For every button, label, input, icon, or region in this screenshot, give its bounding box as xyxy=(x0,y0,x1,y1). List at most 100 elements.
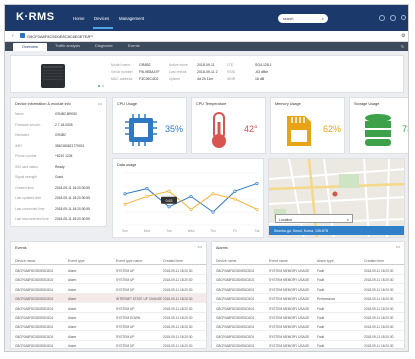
data-point[interactable] xyxy=(145,194,149,198)
table-row[interactable]: G8CF0A8F8C5D0E8C8C6 SYSTEM MEMORY USAGE Fa… xyxy=(212,332,404,341)
map-card: Location ⌕ Seocho-gu, Seoul, Korea, 135-8… xyxy=(268,158,405,238)
column-header[interactable]: Event name xyxy=(269,259,288,263)
column-header[interactable]: Created time xyxy=(364,259,384,263)
table-cell: SYSTEM MEMORY USAGE xyxy=(269,325,310,330)
table-cell: Fault xyxy=(317,325,325,330)
nav-devices[interactable]: Devices xyxy=(94,16,109,21)
nav-home[interactable]: Home xyxy=(73,16,84,21)
table-cell: G8CF0A8F8C5D0E8C8C6 xyxy=(216,325,255,330)
table-row[interactable]: G8CF0A8F8C5D0E8C8C6 SYSTEM MEMORY USAGE Fa… xyxy=(212,322,404,332)
table-row[interactable]: G8CF0A8F8C5D0E8C8C6 Alarm SYSTEM UP 2018-09… xyxy=(11,275,206,285)
data-point[interactable] xyxy=(211,192,215,196)
table-cell: Fault xyxy=(317,344,325,349)
breadcrumb: ‹ G8CF0A8F8C5D0E8C8C6E0E7EA ••• ⚙ xyxy=(5,31,408,42)
table-cell: G8CF0A8F8C5D0E8C8C6 xyxy=(216,297,255,302)
detail-value: Good xyxy=(55,175,64,179)
more-icon[interactable]: ••• xyxy=(396,244,400,249)
more-icon[interactable]: ••• xyxy=(89,33,93,38)
search-input[interactable]: search ⌕ xyxy=(278,14,328,23)
table-cell: G8CF0A8F8C5D0E8C8C6 xyxy=(216,334,255,339)
info-key: Model name xyxy=(111,63,131,67)
data-point[interactable] xyxy=(211,210,215,214)
tab-diagnostic[interactable]: Diagnostic xyxy=(95,44,113,48)
refresh-icon[interactable]: ↻ xyxy=(401,44,404,49)
table-row[interactable]: G8CF0A8F8C5D0E8C8C6 Alarm SYSTEM DOWN 2018-… xyxy=(11,313,206,322)
cpu-icon xyxy=(121,110,161,150)
detail-key: Hardware xyxy=(15,133,30,137)
column-header[interactable]: Alarm type xyxy=(317,259,334,263)
table-row[interactable]: G8CF0A8F8C5D0E8C8C6 Alarm SYSTEM UP 2018-09… xyxy=(11,304,206,313)
data-point[interactable] xyxy=(255,181,259,185)
table-cell: G8CF0A8F8C5D0E8C8C6 xyxy=(15,325,54,330)
gear-icon[interactable]: ⚙ xyxy=(401,33,405,39)
data-point[interactable] xyxy=(167,189,171,193)
gauge-value: 73% xyxy=(402,124,408,134)
table-cell: G8CF0A8F8C5D0E8C8C6 xyxy=(216,344,255,349)
tab-traffic[interactable]: Traffic analysis xyxy=(55,44,80,48)
table-row[interactable]: G8CF0A8F8C5D0E8C8C6 Alarm SYSTEM UP 2018-09… xyxy=(11,332,206,341)
usage-line-chart: Sun Mon Tue Wed Thu Fri Sat 0.63 xyxy=(122,172,260,233)
table-cell: 2018-09-11 18:20:30 xyxy=(364,325,394,330)
table-row[interactable]: G8CF0A8F8C5D0E8C8C6 Alarm SYSTEM UP 2018-09… xyxy=(11,285,206,294)
table-cell: G8CF0A8F8C5D0E8C8C6 xyxy=(216,269,255,273)
table-row[interactable]: G8CF0A8F8C5D0E8C8C6 SYSTEM MEMORY USAGE Pe… xyxy=(212,294,404,304)
table-row[interactable]: G8CF0A8F8C5D0E8C8C6 Alarm SYSTEM UP 2018-09… xyxy=(11,341,206,351)
table-row[interactable]: G8CF0A8F8C5D0E8C8C6 Alarm SYSTEM UP 2018-09… xyxy=(11,266,206,275)
data-point[interactable] xyxy=(233,197,237,201)
location-search[interactable]: Location ⌕ xyxy=(275,214,353,223)
table-cell: Alarm xyxy=(68,278,77,283)
search-icon: ⌕ xyxy=(346,217,349,222)
table-cell: 2018-09-11 18:20:30 xyxy=(163,334,193,339)
data-point[interactable] xyxy=(255,207,259,211)
map-address: Seocho-gu, Seoul, Korea, 135-878 xyxy=(269,226,404,235)
settings-icon[interactable] xyxy=(390,15,396,21)
data-point[interactable] xyxy=(167,205,171,209)
table-row[interactable]: G8CF0A8F8C5D0E8C8C6 SYSTEM MEMORY USAGE Fa… xyxy=(212,304,404,313)
table-cell: Fault xyxy=(317,278,325,283)
table-row[interactable]: G8CF0A8F8C5D0E8C8C6 SYSTEM MEMORY USAGE Fa… xyxy=(212,313,404,322)
table-cell: 2018-09-11 18:20:30 xyxy=(163,306,193,311)
detail-key: Firmware version xyxy=(15,122,41,127)
data-point[interactable] xyxy=(145,187,149,191)
user-icon[interactable] xyxy=(401,15,406,20)
device-icon xyxy=(20,33,25,38)
detail-key: Last updated time xyxy=(15,196,42,200)
table-row[interactable]: G8CF0A8F8C5D0E8C8C6 SYSTEM MEMORY USAGE Fa… xyxy=(212,266,404,275)
data-point[interactable] xyxy=(189,207,193,211)
info-value: 4d 2h 11m xyxy=(197,77,214,81)
table-cell: Fault xyxy=(317,306,325,311)
data-point[interactable] xyxy=(123,192,127,196)
table-row[interactable]: G8CF0A8F8C5D0E8C8C6 Alarm SYSTEM UP 2018-09… xyxy=(11,322,206,332)
data-point[interactable] xyxy=(189,194,193,198)
data-point[interactable] xyxy=(233,189,237,193)
column-header[interactable]: Created time xyxy=(163,259,183,263)
table-cell: 2018-09-11 18:20:30 xyxy=(163,344,193,349)
table-cell: 2018-09-11 18:20:30 xyxy=(163,297,193,302)
table-cell: G8CF0A8F8C5D0E8C8C6 xyxy=(216,316,255,320)
column-header[interactable]: Event type xyxy=(68,259,85,263)
x-tick-label: Thu xyxy=(210,229,216,233)
column-header[interactable]: Device name xyxy=(15,259,35,263)
info-value: 2018-09-11 2 xyxy=(197,70,218,74)
table-row[interactable]: G8CF0A8F8C5D0E8C8C6 SYSTEM MEMORY USAGE Fa… xyxy=(212,341,404,351)
table-cell: Alarm xyxy=(68,325,77,330)
more-icon[interactable]: ••• xyxy=(198,244,202,249)
help-icon[interactable] xyxy=(379,15,385,21)
app-window: K·RMS Home Devices Management search ⌕ ‹ … xyxy=(4,4,409,352)
table-row[interactable]: G8CF0A8F8C5D0E8C8C6 Alarm INTERNET STATE U… xyxy=(11,294,206,304)
back-arrow-icon[interactable]: ‹ xyxy=(12,33,14,39)
table-cell: G8CF0A8F8C5D0E8C8C6 xyxy=(15,287,54,292)
column-header[interactable]: Event type name xyxy=(116,259,142,263)
tab-events[interactable]: Events xyxy=(128,44,140,48)
tab-overview[interactable]: Overview xyxy=(13,43,47,51)
table-row[interactable]: G8CF0A8F8C5D0E8C8C6 SYSTEM MEMORY USAGE Fa… xyxy=(212,285,404,294)
table-cell: G8CF0A8F8C5D0E8C8C6 xyxy=(15,344,54,349)
data-point[interactable] xyxy=(123,202,127,206)
events-table-card: Events ••• Device name Event type Event type… xyxy=(10,241,207,351)
table-row[interactable]: G8CF0A8F8C5D0E8C8C6 SYSTEM MEMORY USAGE Fa… xyxy=(212,275,404,285)
nav-management[interactable]: Management xyxy=(119,16,144,21)
more-icon[interactable]: ••• xyxy=(98,101,102,106)
table-cell: Alarm xyxy=(68,297,77,302)
column-header[interactable]: Device name xyxy=(216,259,236,263)
table-header: Device name Event type Event type name Crea… xyxy=(11,256,206,265)
